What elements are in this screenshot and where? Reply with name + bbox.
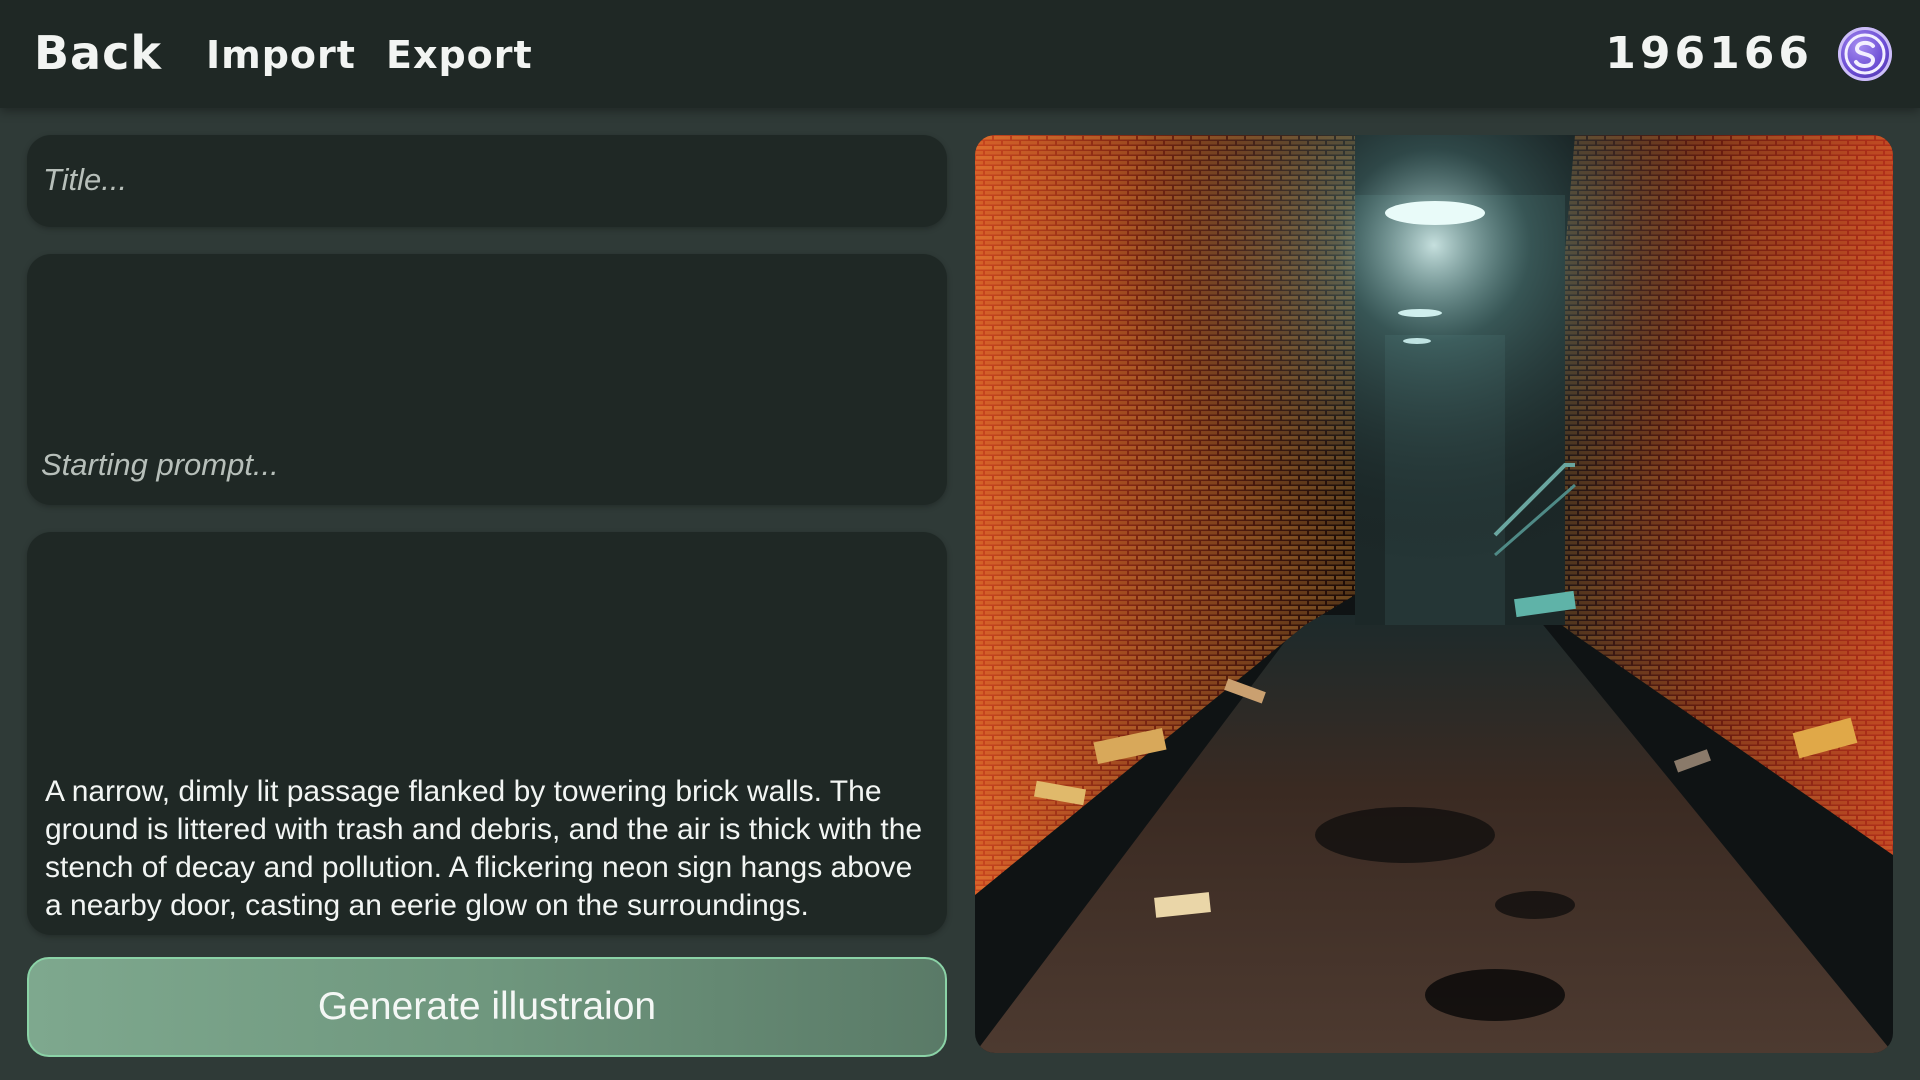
description-field[interactable]: A narrow, dimly lit passage flanked by t… xyxy=(27,532,947,935)
starting-prompt-input[interactable] xyxy=(41,447,931,497)
generate-illustration-button[interactable]: Generate illustraion xyxy=(27,957,947,1057)
top-bar: Back Import Export 196166 xyxy=(0,0,1920,108)
credits-count: 196166 xyxy=(1605,28,1813,79)
back-button[interactable]: Back xyxy=(34,26,162,80)
title-input[interactable] xyxy=(43,157,923,203)
credit-coin-icon[interactable] xyxy=(1838,27,1892,81)
title-field[interactable] xyxy=(27,135,947,227)
import-button[interactable]: Import xyxy=(206,33,356,77)
description-text[interactable]: A narrow, dimly lit passage flanked by t… xyxy=(45,773,929,925)
generate-button-label: Generate illustraion xyxy=(317,985,657,1028)
alley-illustration-image xyxy=(975,135,1893,1053)
export-button[interactable]: Export xyxy=(386,33,533,77)
generated-illustration xyxy=(975,135,1893,1053)
starting-prompt-field[interactable] xyxy=(27,254,947,505)
